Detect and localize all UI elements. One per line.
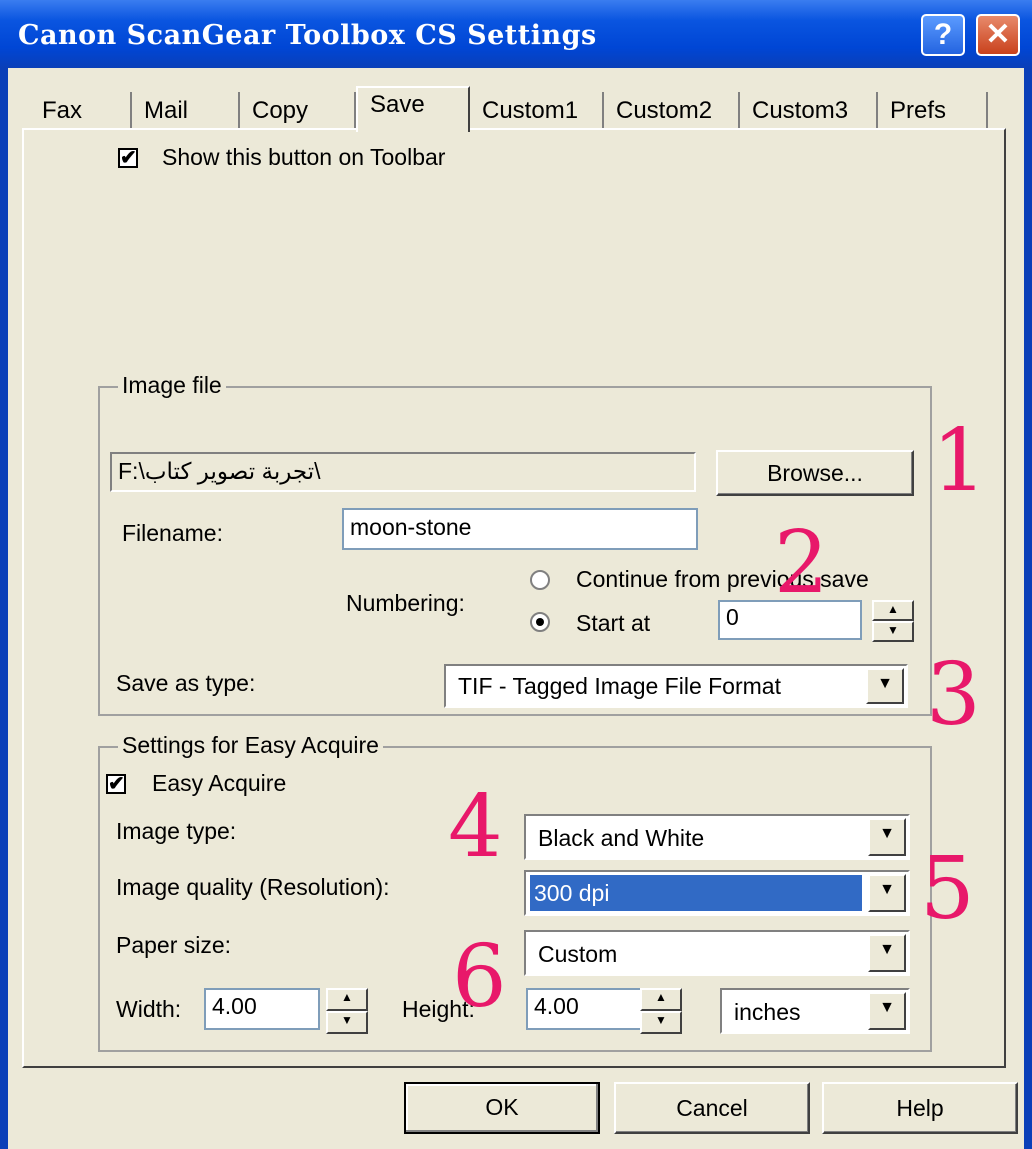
path-field: F:\تجربة تصوير كتاب\ xyxy=(110,452,696,492)
window-border-right xyxy=(1024,68,1032,1149)
tab-mail[interactable]: Mail xyxy=(132,92,240,130)
image-type-value: Black and White xyxy=(538,825,705,851)
close-button[interactable]: ✕ xyxy=(976,14,1020,56)
start-at-label: Start at xyxy=(576,610,651,636)
spin-up-icon[interactable]: ▲ xyxy=(872,600,914,621)
start-at-spinner[interactable]: ▲ ▼ xyxy=(872,600,914,642)
filename-label: Filename: xyxy=(122,520,223,546)
ok-button[interactable]: OK xyxy=(404,1082,600,1134)
chevron-down-icon[interactable]: ▼ xyxy=(868,818,906,856)
window-border-left xyxy=(0,68,8,1149)
image-quality-label: Image quality (Resolution): xyxy=(116,874,390,900)
continue-radio[interactable] xyxy=(530,570,550,590)
image-type-select[interactable]: Black and White ▼ xyxy=(524,814,910,860)
tab-fax[interactable]: Fax xyxy=(30,92,132,130)
help-button[interactable]: Help xyxy=(822,1082,1018,1134)
annotation-6: 6 xyxy=(452,927,507,1027)
image-type-label: Image type: xyxy=(116,818,237,844)
chevron-down-icon[interactable]: ▼ xyxy=(866,668,904,704)
paper-size-select[interactable]: Custom ▼ xyxy=(524,930,910,976)
image-quality-value: 300 dpi xyxy=(530,875,862,911)
units-value: inches xyxy=(734,999,801,1025)
chevron-down-icon[interactable]: ▼ xyxy=(868,992,906,1030)
chevron-down-icon[interactable]: ▼ xyxy=(868,934,906,972)
spin-up-icon[interactable]: ▲ xyxy=(640,988,682,1011)
easy-acquire-label: Easy Acquire xyxy=(152,770,287,796)
image-quality-select[interactable]: 300 dpi ▼ xyxy=(524,870,910,916)
chevron-down-icon[interactable]: ▼ xyxy=(868,874,906,912)
browse-button[interactable]: Browse... xyxy=(716,450,914,496)
tab-save[interactable]: Save xyxy=(356,86,470,132)
spin-down-icon[interactable]: ▼ xyxy=(640,1011,682,1034)
tab-custom2[interactable]: Custom2 xyxy=(604,92,740,130)
paper-size-label: Paper size: xyxy=(116,932,232,958)
show-on-toolbar-checkbox[interactable]: ✔ xyxy=(118,148,138,168)
spin-down-icon[interactable]: ▼ xyxy=(872,621,914,642)
spin-down-icon[interactable]: ▼ xyxy=(326,1011,368,1034)
save-as-type-value: TIF - Tagged Image File Format xyxy=(458,673,781,699)
window-title: Canon ScanGear Toolbox CS Settings xyxy=(18,20,597,51)
settings-dialog: Canon ScanGear Toolbox CS Settings ? ✕ F… xyxy=(0,0,1032,1149)
annotation-1: 1 xyxy=(932,411,987,511)
start-at-radio[interactable] xyxy=(530,612,550,632)
tab-prefs[interactable]: Prefs xyxy=(878,92,988,130)
help-title-button[interactable]: ? xyxy=(921,14,965,56)
annotation-3: 3 xyxy=(926,645,981,745)
title-bar[interactable]: Canon ScanGear Toolbox CS Settings ? ✕ xyxy=(0,0,1032,68)
numbering-label: Numbering: xyxy=(346,590,465,616)
units-select[interactable]: inches ▼ xyxy=(720,988,910,1034)
save-as-type-label: Save as type: xyxy=(116,670,256,696)
annotation-2: 2 xyxy=(774,513,829,613)
image-file-group-title: Image file xyxy=(118,372,226,399)
tab-copy[interactable]: Copy xyxy=(240,92,356,130)
show-on-toolbar-label: Show this button on Toolbar xyxy=(162,144,446,170)
easy-acquire-group-title: Settings for Easy Acquire xyxy=(118,732,383,759)
height-spinner[interactable]: ▲ ▼ xyxy=(640,988,682,1034)
cancel-button[interactable]: Cancel xyxy=(614,1082,810,1134)
paper-size-value: Custom xyxy=(538,941,618,967)
annotation-5: 5 xyxy=(920,839,975,939)
filename-input[interactable]: moon-stone xyxy=(342,508,698,550)
tab-custom3[interactable]: Custom3 xyxy=(740,92,878,130)
width-spinner[interactable]: ▲ ▼ xyxy=(326,988,368,1034)
annotation-4: 4 xyxy=(448,777,503,877)
width-input[interactable]: 4.00 xyxy=(204,988,320,1030)
tab-custom1[interactable]: Custom1 xyxy=(470,92,604,130)
easy-acquire-checkbox[interactable]: ✔ xyxy=(106,774,126,794)
save-as-type-select[interactable]: TIF - Tagged Image File Format ▼ xyxy=(444,664,908,708)
spin-up-icon[interactable]: ▲ xyxy=(326,988,368,1011)
width-label: Width: xyxy=(116,996,182,1022)
height-input[interactable]: 4.00 xyxy=(526,988,642,1030)
